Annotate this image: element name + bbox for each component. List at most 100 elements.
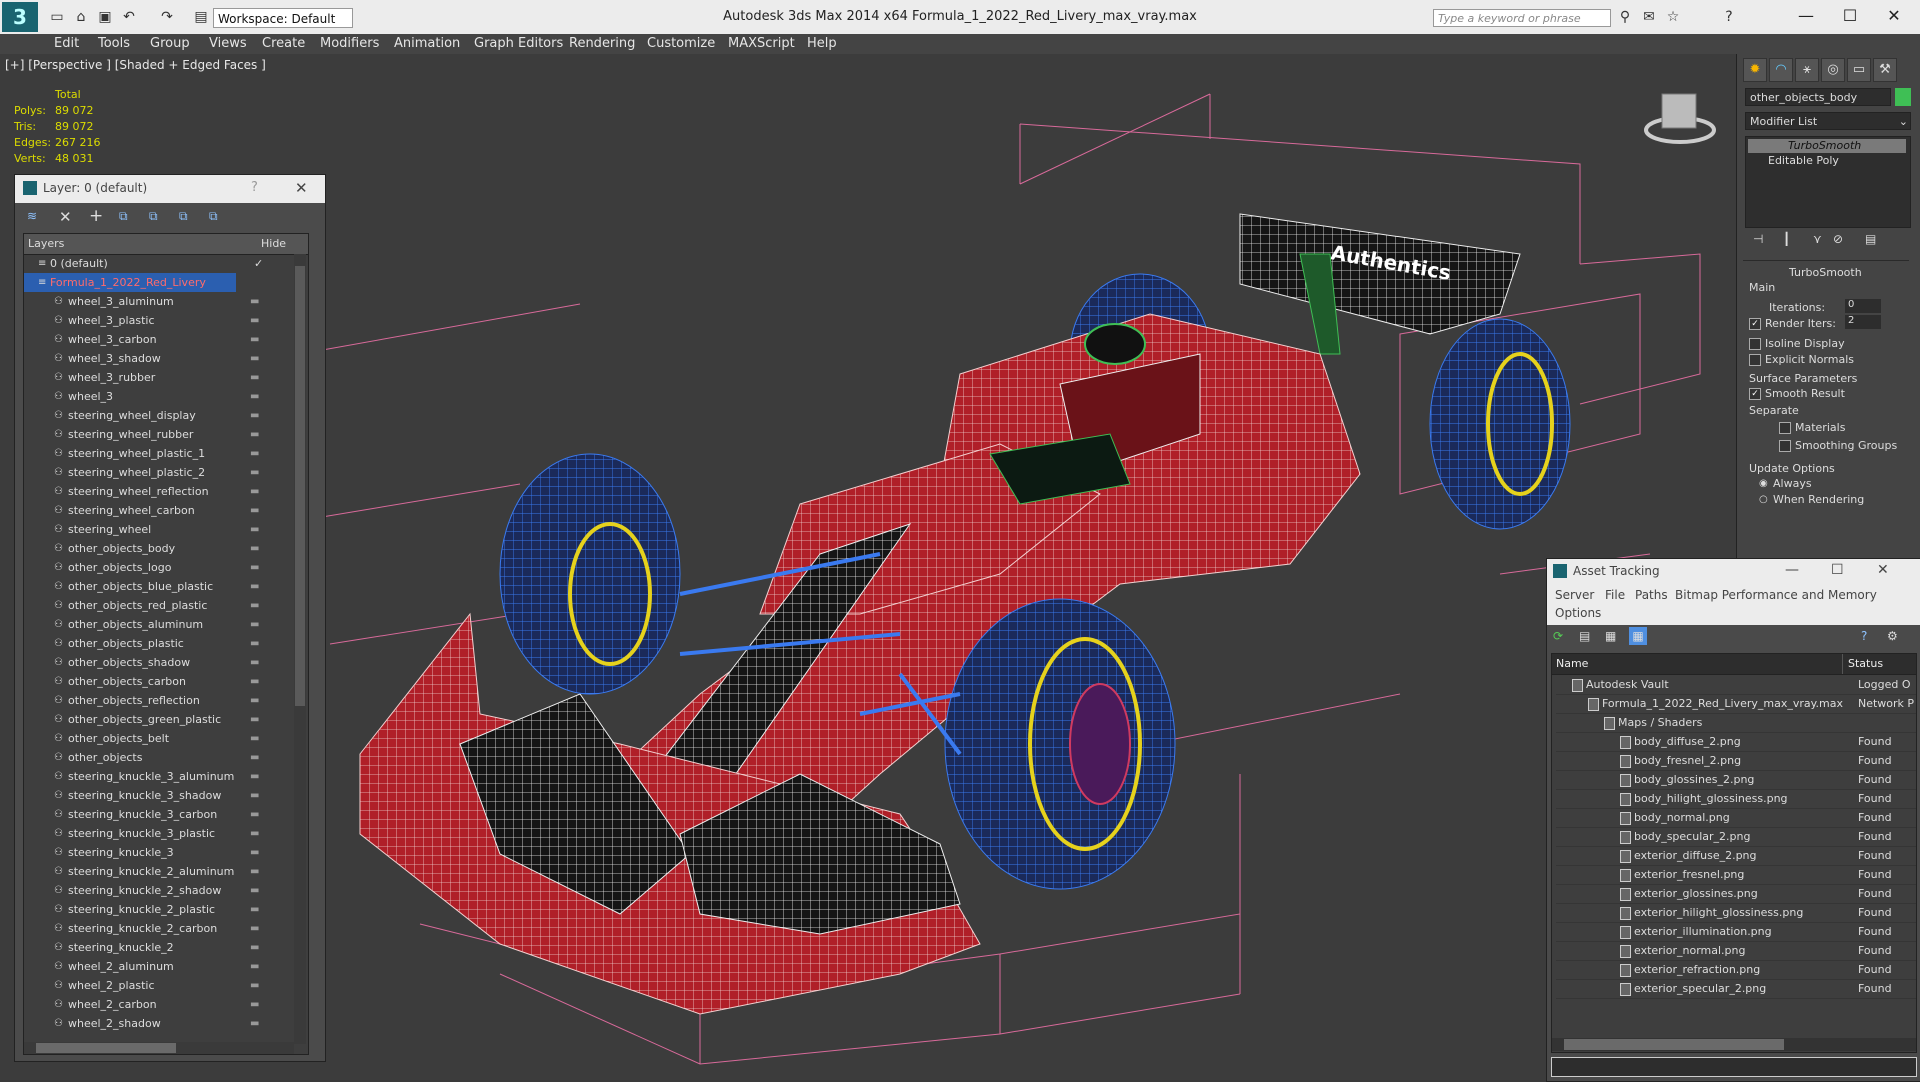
help-icon[interactable]: ? — [1720, 8, 1738, 26]
layer-object-row[interactable]: ⚇ other_objects_green_plastic ▬ — [24, 710, 259, 729]
hide-toggle[interactable]: ▬ — [250, 634, 259, 653]
asset-row[interactable]: Formula_1_2022_Red_Livery_max_vray.max Ne… — [1556, 694, 1916, 714]
render-iters-checkbox[interactable]: ✓ — [1749, 318, 1761, 330]
hide-toggle[interactable]: ▬ — [250, 330, 259, 349]
configure-sets-icon[interactable]: ▤ — [1865, 232, 1876, 246]
hide-toggle[interactable]: ▬ — [250, 615, 259, 634]
menu-views[interactable]: Views — [209, 36, 247, 51]
smoothing-groups-checkbox[interactable] — [1779, 440, 1791, 452]
layer-object-row[interactable]: ⚇ steering_wheel_rubber ▬ — [24, 425, 259, 444]
asset-row[interactable]: body_fresnel_2.png Found — [1556, 751, 1916, 771]
column-hide[interactable]: Hide — [261, 237, 286, 250]
object-name-field[interactable]: other_objects_body — [1745, 88, 1891, 106]
hide-toggle[interactable]: ▬ — [250, 482, 259, 501]
menu-file[interactable]: File — [1605, 588, 1625, 602]
menu-help[interactable]: Help — [807, 36, 837, 51]
column-status[interactable]: Status — [1848, 657, 1883, 670]
always-radio[interactable]: ◉ — [1759, 478, 1768, 489]
layer-object-row[interactable]: ⚇ steering_wheel_plastic_1 ▬ — [24, 444, 259, 463]
asset-row[interactable]: body_normal.png Found — [1556, 808, 1916, 828]
thumbnail-view-icon[interactable]: ▦ — [1605, 629, 1616, 643]
asset-row[interactable]: body_diffuse_2.png Found — [1556, 732, 1916, 752]
layer-object-row[interactable]: ⚇ wheel_2_shadow ▬ — [24, 1014, 259, 1033]
layer-object-row[interactable]: ⚇ wheel_2_plastic ▬ — [24, 976, 259, 995]
layer-object-row[interactable]: ⚇ wheel_3 ▬ — [24, 387, 259, 406]
hide-all-icon[interactable]: ⧉ — [209, 209, 218, 224]
create-tab-icon[interactable]: ✹ — [1743, 58, 1767, 82]
hide-toggle[interactable]: ▬ — [250, 691, 259, 710]
menu-bitmap-performance[interactable]: Bitmap Performance and Memory — [1675, 588, 1877, 602]
layer-object-row[interactable]: ⚇ other_objects_plastic ▬ — [24, 634, 259, 653]
layer-object-row[interactable]: ⚇ steering_knuckle_2_aluminum ▬ — [24, 862, 259, 881]
menu-options[interactable]: Options — [1555, 606, 1601, 620]
hide-toggle[interactable]: ▬ — [250, 406, 259, 425]
hide-toggle[interactable]: ▬ — [250, 387, 259, 406]
menu-animation[interactable]: Animation — [394, 36, 460, 51]
subscription-icon[interactable]: ✉ — [1640, 8, 1658, 26]
menu-graph-editors[interactable]: Graph Editors — [474, 36, 563, 51]
modify-tab-icon[interactable]: ◠ — [1769, 58, 1793, 82]
hide-toggle[interactable]: ▬ — [250, 748, 259, 767]
refresh-icon[interactable]: ⟳ — [1553, 629, 1563, 643]
menu-create[interactable]: Create — [262, 36, 305, 51]
menu-edit[interactable]: Edit — [54, 36, 79, 51]
hide-toggle[interactable]: ▬ — [250, 368, 259, 387]
hide-toggle[interactable]: ▬ — [250, 729, 259, 748]
layer-object-row[interactable]: ⚇ steering_knuckle_2 ▬ — [24, 938, 259, 957]
hide-toggle[interactable]: ▬ — [250, 558, 259, 577]
layer-object-row[interactable]: ⚇ steering_knuckle_3_carbon ▬ — [24, 805, 259, 824]
layer-object-row[interactable]: ⚇ other_objects_shadow ▬ — [24, 653, 259, 672]
layer-object-row[interactable]: ⚇ steering_knuckle_3_aluminum ▬ — [24, 767, 259, 786]
hide-toggle[interactable]: ▬ — [250, 767, 259, 786]
render-iters-spinner[interactable]: 2 — [1845, 315, 1881, 329]
object-color-swatch[interactable] — [1895, 88, 1911, 106]
menu-group[interactable]: Group — [150, 36, 190, 51]
asset-path-field[interactable] — [1551, 1057, 1917, 1077]
hide-toggle[interactable]: ▬ — [250, 539, 259, 558]
menu-maxscript[interactable]: MAXScript — [728, 36, 795, 51]
when-rendering-radio[interactable]: ○ — [1759, 494, 1768, 505]
asset-row[interactable]: body_glossines_2.png Found — [1556, 770, 1916, 790]
layer-object-row[interactable]: ⚇ wheel_3_rubber ▬ — [24, 368, 259, 387]
close-button[interactable]: ✕ — [1877, 562, 1889, 578]
explicit-normals-checkbox[interactable] — [1749, 354, 1761, 366]
layer-object-row[interactable]: ⚇ steering_knuckle_2_carbon ▬ — [24, 919, 259, 938]
stack-item-turbosmooth[interactable]: TurboSmooth — [1748, 139, 1906, 153]
view-cube-icon[interactable] — [1644, 93, 1716, 144]
help-icon[interactable]: ? — [251, 180, 258, 195]
layer-object-row[interactable]: ⚇ wheel_3_plastic ▬ — [24, 311, 259, 330]
make-unique-icon[interactable]: ⋎ — [1813, 232, 1822, 246]
layer-object-row[interactable]: ⚇ other_objects_aluminum ▬ — [24, 615, 259, 634]
stack-item-editable-poly[interactable]: Editable Poly — [1748, 154, 1906, 168]
layer-object-row[interactable]: ⚇ steering_knuckle_3 ▬ — [24, 843, 259, 862]
highlight-layer-icon[interactable]: ⧉ — [179, 209, 188, 224]
layer-object-row[interactable]: ⚇ other_objects_logo ▬ — [24, 558, 259, 577]
layer-object-row[interactable]: ⚇ other_objects_red_plastic ▬ — [24, 596, 259, 615]
asset-row[interactable]: exterior_normal.png Found — [1556, 941, 1916, 961]
rollout-title[interactable]: TurboSmooth — [1789, 266, 1862, 279]
hide-toggle[interactable]: ▬ — [250, 577, 259, 596]
hide-toggle[interactable]: ▬ — [250, 862, 259, 881]
layer-object-row[interactable]: ⚇ other_objects ▬ — [24, 748, 259, 767]
layer-object-row[interactable]: ⚇ other_objects_belt ▬ — [24, 729, 259, 748]
layer-object-row[interactable]: ⚇ wheel_3_aluminum ▬ — [24, 292, 259, 311]
asset-row[interactable]: exterior_specular_2.png Found — [1556, 979, 1916, 999]
menu-customize[interactable]: Customize — [647, 36, 715, 51]
materials-checkbox[interactable] — [1779, 422, 1791, 434]
create-layer-icon[interactable]: + — [89, 206, 103, 226]
layer-manager-icon[interactable]: ≋ — [27, 209, 37, 223]
hide-toggle[interactable]: ▬ — [250, 501, 259, 520]
hide-toggle[interactable]: ▬ — [250, 1014, 259, 1033]
smooth-result-checkbox[interactable]: ✓ — [1749, 388, 1761, 400]
hide-toggle[interactable]: ▬ — [250, 995, 259, 1014]
table-view-icon[interactable]: ▦ — [1629, 627, 1647, 645]
asset-tracking-titlebar[interactable]: Asset Tracking — ☐ ✕ — [1547, 559, 1920, 585]
asset-row[interactable]: body_hilight_glossiness.png Found — [1556, 789, 1916, 809]
hide-toggle[interactable]: ▬ — [250, 805, 259, 824]
asset-row[interactable]: exterior_glossines.png Found — [1556, 884, 1916, 904]
layer-object-row[interactable]: ⚇ steering_knuckle_3_plastic ▬ — [24, 824, 259, 843]
minimize-button[interactable]: — — [1786, 4, 1826, 28]
search-input[interactable]: Type a keyword or phrase — [1433, 9, 1611, 27]
hierarchy-tab-icon[interactable]: ⚹ — [1795, 58, 1819, 82]
column-layers[interactable]: Layers — [28, 237, 64, 250]
